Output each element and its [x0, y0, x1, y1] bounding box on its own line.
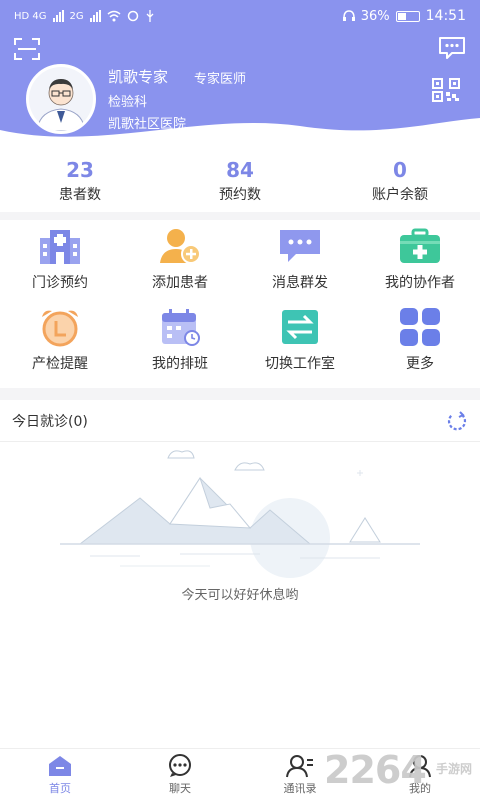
more-grid-icon	[400, 308, 440, 346]
doctor-portrait	[29, 67, 93, 131]
battery-percent: 36%	[360, 8, 390, 24]
function-add-patient[interactable]: 添加患者	[120, 226, 240, 306]
function-switch-studio[interactable]: 切换工作室	[240, 307, 360, 387]
doctor-hospital: 凯歌社区医院	[108, 117, 187, 132]
today-visits-header: 今日就诊(0)	[0, 400, 480, 442]
watermark-text: 手游网	[435, 762, 472, 776]
home-icon	[49, 755, 71, 776]
function-grid: 门诊预约 添加患者 消息群发 我的协作者 产检提醒 我的排班 切换工作室 更多	[0, 220, 480, 388]
status-bar: HD 4G 2G 36% 14:51	[0, 0, 480, 32]
stat-patients[interactable]: 23 患者数	[0, 152, 160, 212]
function-broadcast[interactable]: 消息群发	[240, 226, 360, 306]
function-label: 门诊预约	[32, 275, 88, 291]
message-icon[interactable]	[438, 36, 466, 60]
nav-chat[interactable]: 聊天	[120, 749, 240, 800]
headset-icon	[342, 10, 355, 21]
nav-label: 聊天	[169, 781, 191, 795]
function-my-schedule[interactable]: 我的排班	[120, 307, 240, 387]
broadcast-message-icon	[280, 230, 320, 262]
doctor-department: 检验科	[108, 95, 148, 110]
empty-mountain-illustration	[60, 450, 420, 578]
stat-balance[interactable]: 0 账户余额	[320, 152, 480, 212]
signal-icon-2	[89, 10, 101, 22]
site-watermark: 2264 手游网	[324, 748, 474, 792]
function-label: 更多	[406, 356, 434, 372]
stat-value: 0	[393, 158, 407, 182]
network-left-label: HD 4G	[14, 10, 47, 22]
doctor-name: 凯歌专家	[108, 68, 169, 86]
wifi-icon	[107, 10, 121, 22]
contacts-icon	[286, 754, 313, 777]
medical-kit-icon	[400, 228, 440, 263]
signal-icon	[52, 10, 64, 22]
stats-bar: 23 患者数 84 预约数 0 账户余额	[0, 152, 480, 212]
sync-icon	[127, 10, 138, 22]
function-label: 我的协作者	[385, 275, 455, 291]
function-label: 产检提醒	[32, 356, 88, 372]
usb-icon	[146, 10, 154, 22]
nav-home[interactable]: 首页	[0, 749, 120, 800]
network-right-label: 2G	[69, 10, 84, 22]
chat-icon	[169, 753, 191, 777]
empty-state-text: 今天可以好好休息哟	[181, 588, 299, 603]
clock: 14:51	[425, 8, 466, 24]
doctor-title: 专家医师	[194, 72, 247, 87]
scan-icon[interactable]	[14, 38, 40, 60]
function-label: 添加患者	[152, 275, 208, 291]
nav-label: 通讯录	[283, 781, 317, 795]
qr-code-icon[interactable]	[432, 78, 460, 102]
refresh-icon[interactable]	[446, 410, 468, 432]
add-patient-icon	[160, 229, 201, 264]
today-visits-panel: 今日就诊(0) 今天可以好好休息哟	[0, 400, 480, 748]
alarm-clock-icon	[42, 310, 78, 347]
function-more[interactable]: 更多	[360, 307, 480, 387]
nav-label: 首页	[49, 781, 71, 795]
today-visits-title: 今日就诊(0)	[12, 413, 88, 430]
watermark-number: 2264	[324, 748, 427, 792]
stat-label: 预约数	[219, 187, 261, 203]
stat-value: 23	[66, 158, 94, 182]
stat-appointments[interactable]: 84 预约数	[160, 152, 320, 212]
battery-icon	[395, 10, 420, 22]
function-collaborators[interactable]: 我的协作者	[360, 226, 480, 306]
function-label: 我的排班	[152, 356, 208, 372]
switch-icon	[282, 310, 318, 344]
stat-value: 84	[226, 158, 254, 182]
function-label: 消息群发	[272, 275, 328, 291]
function-prenatal-reminder[interactable]: 产检提醒	[0, 307, 120, 387]
function-clinic-appointment[interactable]: 门诊预约	[0, 226, 120, 306]
stat-label: 账户余额	[372, 187, 428, 203]
profile-header: HD 4G 2G 36% 14:51 凯歌专家 专家医师 检验科 凯歌社区医院	[0, 0, 480, 152]
calendar-icon	[162, 309, 200, 346]
hospital-icon	[40, 230, 80, 264]
function-label: 切换工作室	[265, 356, 335, 372]
stat-label: 患者数	[59, 187, 101, 203]
doctor-avatar[interactable]	[26, 64, 96, 134]
